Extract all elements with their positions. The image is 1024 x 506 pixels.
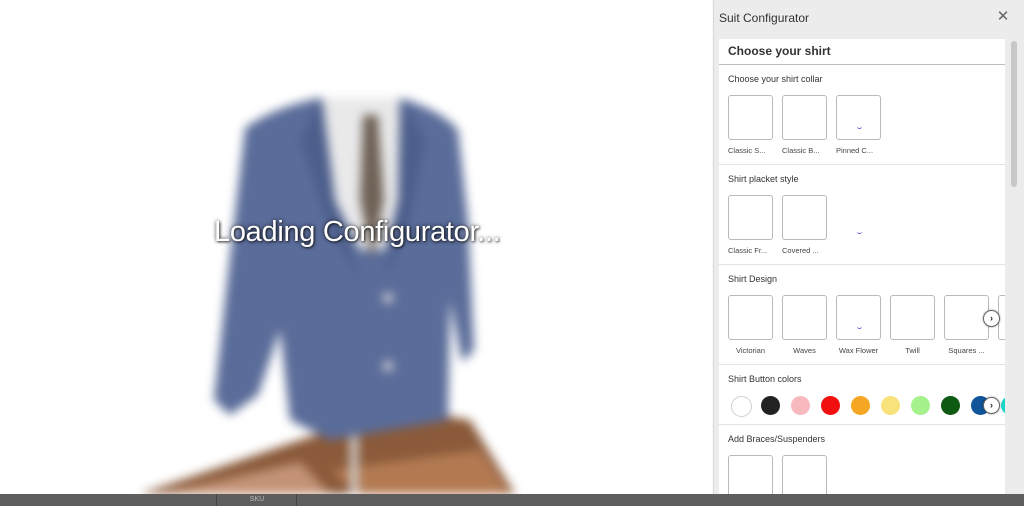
group-title: Choose your shirt collar [728, 74, 823, 84]
panel-scrollbar[interactable] [1009, 39, 1019, 494]
panel-title: Suit Configurator [719, 11, 810, 25]
button-color-swatch[interactable] [791, 396, 810, 415]
placket-group: Shirt placket style Classic Fr... Covere… [719, 165, 1005, 265]
button-color-swatch[interactable] [761, 396, 780, 415]
braces-option[interactable] [782, 455, 827, 494]
option-label: Victorian [735, 346, 766, 355]
option-thumbnail [836, 195, 881, 240]
placket-option[interactable]: Classic Fr... [728, 195, 773, 255]
group-title: Add Braces/Suspenders [728, 434, 826, 444]
design-group: Shirt Design Victorian Waves Wax Flower … [719, 265, 1005, 365]
option-thumbnail [782, 95, 827, 140]
group-title: Shirt Design [728, 274, 778, 284]
option-label: Classic S... [728, 146, 766, 155]
configurator-panel: Suit Configurator ✕ Choose your shirt Ch… [713, 0, 1024, 494]
loading-spinner-icon [857, 230, 862, 234]
button-color-swatch[interactable] [731, 396, 752, 417]
option-label: Classic Fr... [728, 246, 768, 255]
loading-spinner-icon [857, 125, 862, 129]
option-thumbnail [782, 195, 827, 240]
design-option[interactable]: Wax Flower [836, 295, 881, 355]
collar-group: Choose your shirt collar Classic S... Cl… [719, 65, 1005, 165]
options-scroll-area[interactable]: Choose your shirt Choose your shirt coll… [719, 39, 1005, 494]
button-color-swatch[interactable] [941, 396, 960, 415]
option-thumbnail [728, 95, 773, 140]
option-label: Wax Flower [838, 346, 879, 355]
button-color-swatch[interactable] [821, 396, 840, 415]
button-color-swatch[interactable] [881, 396, 900, 415]
button-color-swatch[interactable] [1001, 396, 1005, 415]
close-icon[interactable]: ✕ [995, 9, 1011, 25]
option-thumbnail [836, 295, 881, 340]
placket-option[interactable]: Covered ... [782, 195, 827, 255]
group-title: Shirt placket style [728, 174, 799, 184]
option-thumbnail [836, 95, 881, 140]
loading-message: Loading Configurator... [214, 216, 501, 248]
chevron-right-icon[interactable]: › [983, 397, 1000, 414]
collar-option[interactable]: Classic B... [782, 95, 827, 155]
collar-option[interactable]: Classic S... [728, 95, 773, 155]
braces-group: Add Braces/Suspenders [719, 425, 1005, 494]
panel-header: Suit Configurator ✕ [714, 0, 1024, 36]
table-cell [296, 494, 795, 506]
button-color-swatch[interactable] [911, 396, 930, 415]
option-thumbnail [728, 295, 773, 340]
section-title: Choose your shirt [719, 39, 1005, 65]
option-label: Classic B... [782, 146, 820, 155]
background-page-strip: SKU [0, 494, 1024, 506]
option-thumbnail [782, 295, 827, 340]
design-option[interactable]: Twill [890, 295, 935, 355]
placket-option-loading [836, 195, 881, 240]
collar-option[interactable]: Pinned C... [836, 95, 881, 155]
option-label: Covered ... [782, 246, 819, 255]
option-label: Waves [793, 346, 816, 355]
option-label: Twill [905, 346, 920, 355]
option-thumbnail [728, 195, 773, 240]
scrollbar-thumb[interactable] [1011, 41, 1017, 187]
design-option[interactable]: Squares ... [944, 295, 989, 355]
button-colors-group: Shirt Button colors › [719, 365, 1005, 425]
chevron-right-icon[interactable]: › [983, 310, 1000, 327]
sku-column-header: SKU [216, 494, 297, 506]
option-thumbnail [890, 295, 935, 340]
option-thumbnail [782, 455, 827, 494]
design-option[interactable]: Victorian [728, 295, 773, 355]
loading-spinner-icon [857, 325, 862, 329]
design-option[interactable]: Waves [782, 295, 827, 355]
option-label: Squares ... [948, 346, 985, 355]
braces-option[interactable] [728, 455, 773, 494]
group-title: Shirt Button colors [728, 374, 802, 384]
option-label: Pinned C... [836, 146, 874, 155]
viewer-canvas[interactable]: Loading Configurator... [0, 0, 712, 494]
configurator-modal: Loading Configurator... Suit Configurato… [0, 0, 1024, 494]
option-thumbnail [728, 455, 773, 494]
button-color-swatch[interactable] [851, 396, 870, 415]
